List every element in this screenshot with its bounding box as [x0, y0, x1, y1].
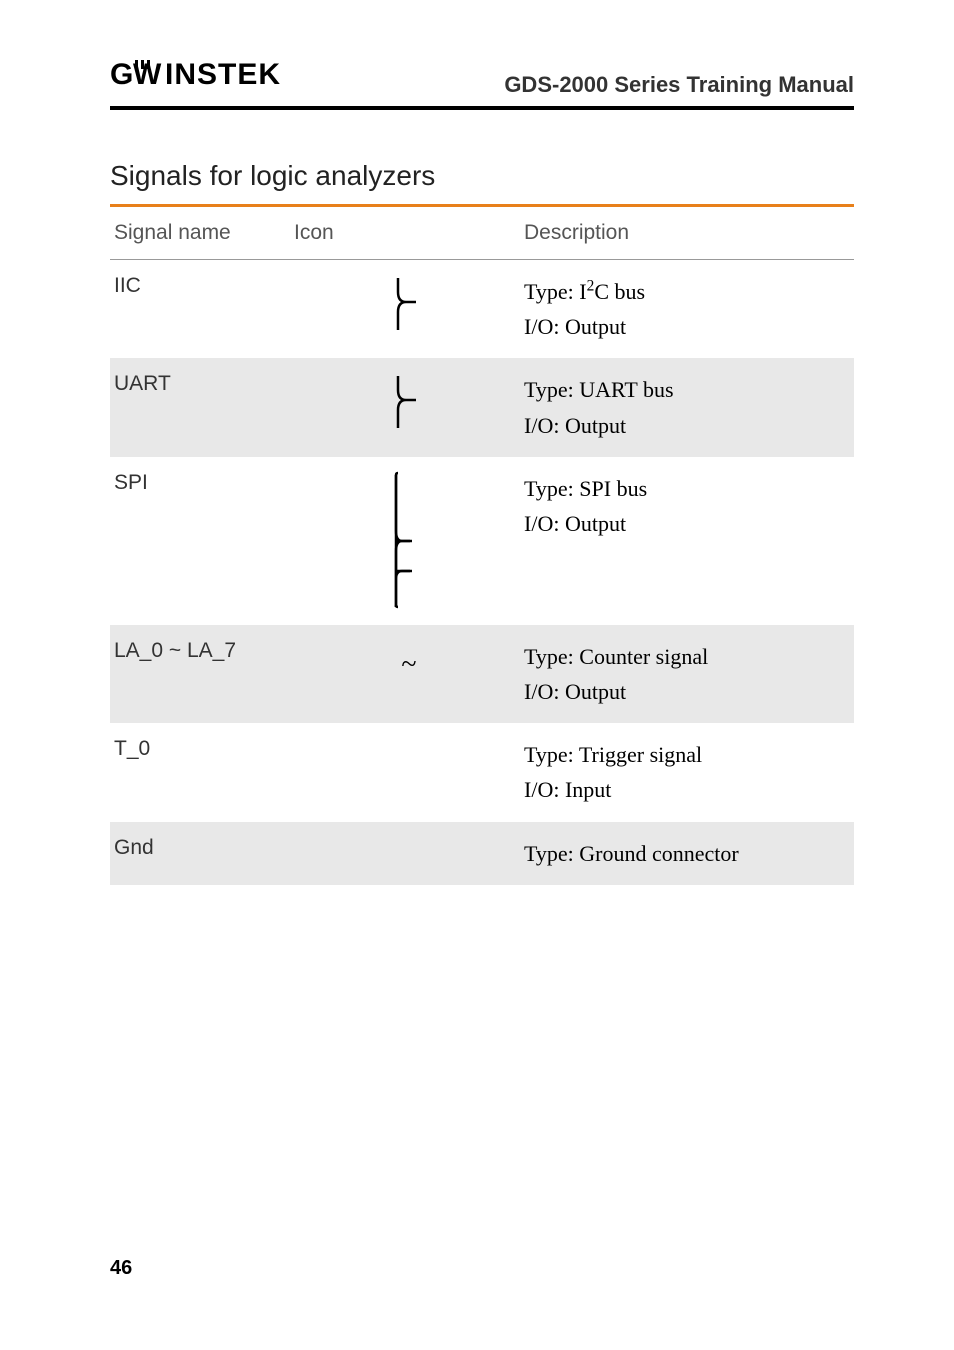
- icon-cell: [294, 274, 524, 334]
- desc-type: Type: UART bus: [524, 372, 850, 407]
- header-icon: Icon: [294, 221, 524, 245]
- page-header: G W INSTEK GDS-2000 Series Training Manu…: [110, 58, 854, 110]
- page-number: 46: [110, 1257, 132, 1280]
- desc-type: Type: I2C bus: [524, 274, 850, 309]
- tilde-icon: ~: [401, 639, 416, 681]
- doc-title: GDS-2000 Series Training Manual: [504, 72, 854, 98]
- icon-cell: [294, 372, 524, 432]
- desc-cell: Type: Counter signal I/O: Output: [524, 639, 850, 709]
- header-signal-name: Signal name: [114, 221, 294, 245]
- brand-logo: G W INSTEK: [110, 58, 290, 98]
- bracket-icon: [386, 372, 432, 432]
- desc-io: I/O: Output: [524, 674, 850, 709]
- desc-cell: Type: Ground connector: [524, 836, 850, 871]
- desc-cell: Type: SPI bus I/O: Output: [524, 471, 850, 541]
- desc-type: Type: SPI bus: [524, 471, 850, 506]
- signal-name-cell: LA_0 ~ LA_7: [114, 639, 294, 663]
- desc-io: I/O: Output: [524, 408, 850, 443]
- table-header-row: Signal name Icon Description: [110, 207, 854, 260]
- desc-type: Type: Ground connector: [524, 836, 850, 871]
- bracket-large-icon: [384, 471, 434, 611]
- signals-table: Signal name Icon Description IIC Type: I…: [110, 207, 854, 885]
- desc-io: I/O: Input: [524, 772, 850, 807]
- table-row: Gnd Type: Ground connector: [110, 822, 854, 885]
- table-row: UART Type: UART bus I/O: Output: [110, 358, 854, 456]
- svg-text:G: G: [110, 58, 133, 90]
- desc-io: I/O: Output: [524, 309, 850, 344]
- desc-cell: Type: UART bus I/O: Output: [524, 372, 850, 442]
- icon-cell: [294, 471, 524, 611]
- desc-type: Type: Trigger signal: [524, 737, 850, 772]
- signal-name-cell: IIC: [114, 274, 294, 298]
- header-description: Description: [524, 221, 850, 245]
- table-row: SPI Type: SPI bus I/O: Output: [110, 457, 854, 625]
- signal-name-cell: SPI: [114, 471, 294, 495]
- svg-text:INSTEK: INSTEK: [165, 58, 281, 90]
- table-row: IIC Type: I2C bus I/O: Output: [110, 260, 854, 358]
- desc-cell: Type: Trigger signal I/O: Input: [524, 737, 850, 807]
- table-row: T_0 Type: Trigger signal I/O: Input: [110, 723, 854, 821]
- icon-cell: ~: [294, 639, 524, 681]
- table-row: LA_0 ~ LA_7 ~ Type: Counter signal I/O: …: [110, 625, 854, 723]
- signal-name-cell: Gnd: [114, 836, 294, 860]
- desc-cell: Type: I2C bus I/O: Output: [524, 274, 850, 344]
- signal-name-cell: UART: [114, 372, 294, 396]
- bracket-icon: [386, 274, 432, 334]
- desc-type: Type: Counter signal: [524, 639, 850, 674]
- desc-io: I/O: Output: [524, 506, 850, 541]
- section-title: Signals for logic analyzers: [110, 160, 854, 207]
- signal-name-cell: T_0: [114, 737, 294, 761]
